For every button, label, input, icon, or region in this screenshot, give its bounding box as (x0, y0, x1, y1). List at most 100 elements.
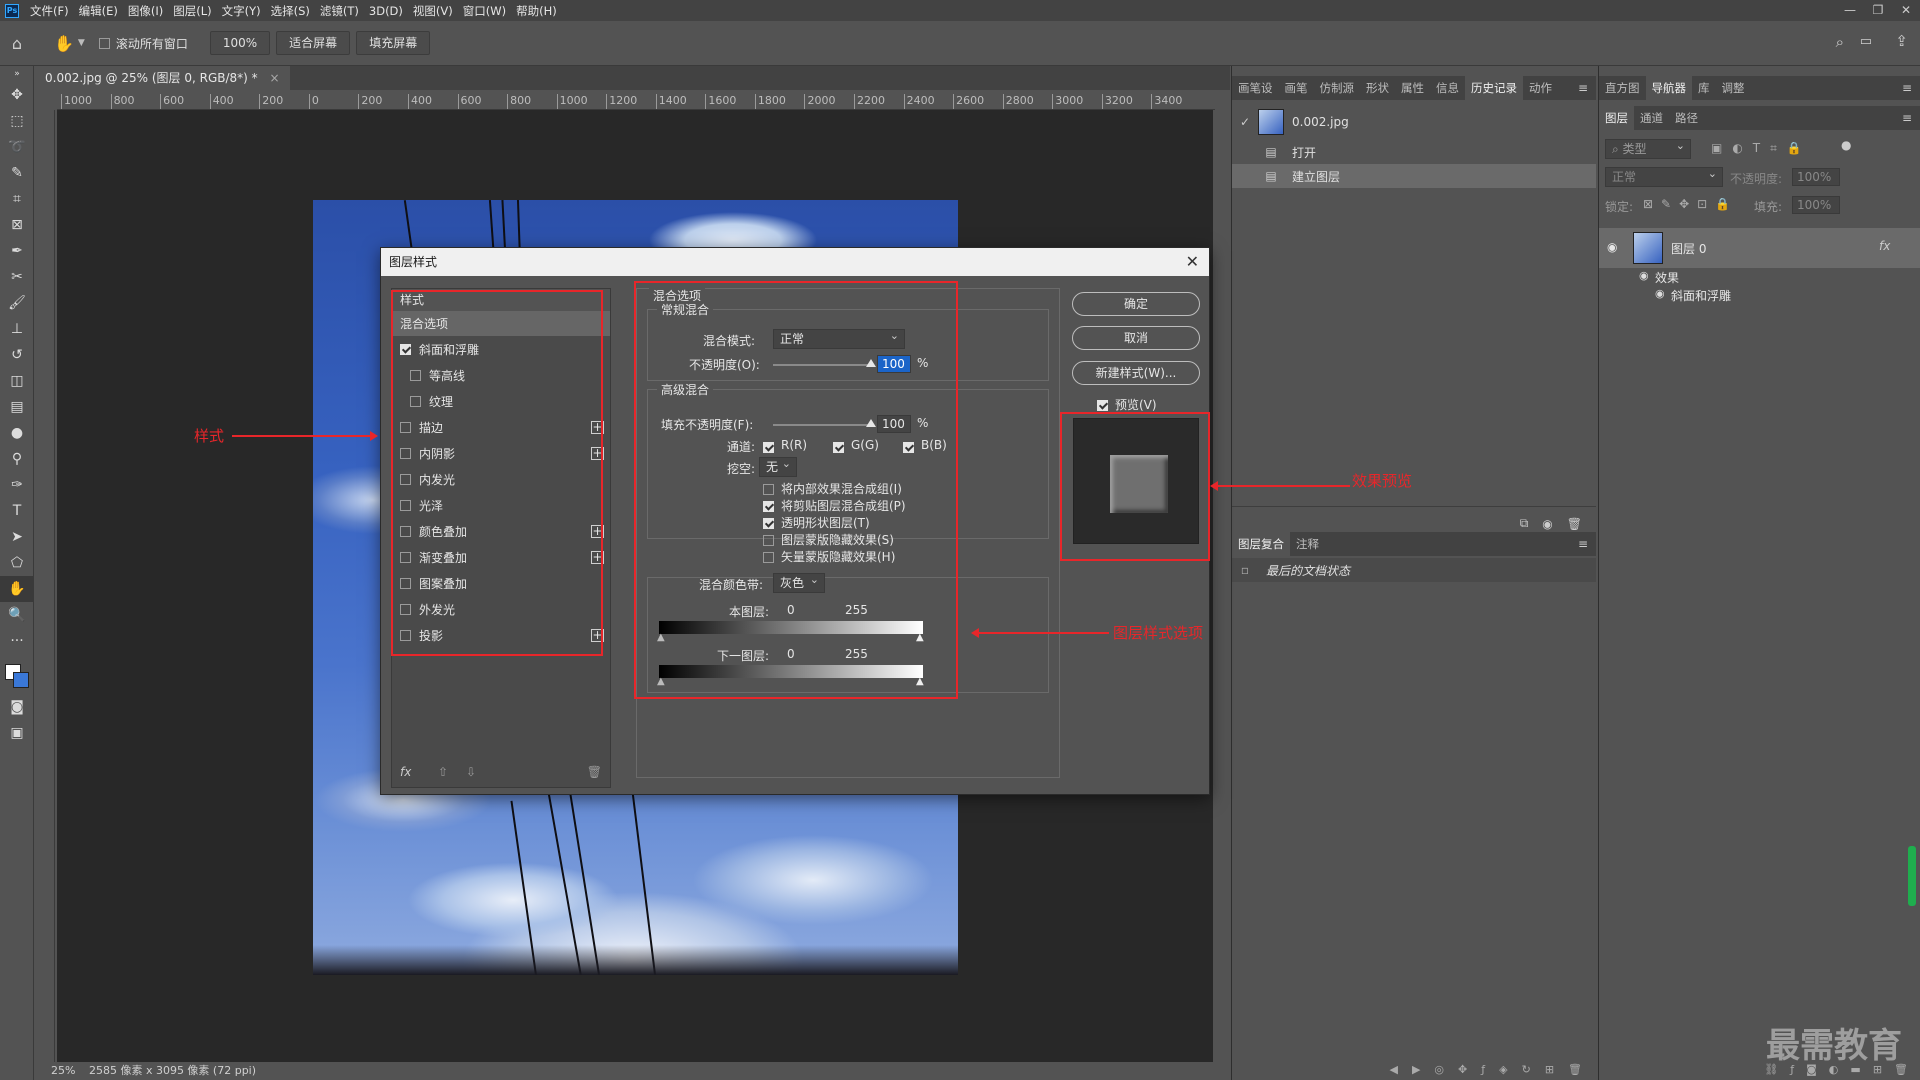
layer-opacity-input[interactable]: 100% (1792, 168, 1840, 186)
ok-button[interactable]: 确定 (1072, 292, 1200, 316)
menu-layer[interactable]: 图层(L) (168, 3, 216, 19)
zoom-100-button[interactable]: 100% (209, 31, 271, 55)
dialog-close-icon[interactable]: ✕ (1186, 248, 1199, 276)
layer-blend-mode-select[interactable]: 正常 (1605, 165, 1723, 187)
blur-tool-icon[interactable]: ● (0, 420, 34, 446)
color-swatches[interactable] (0, 654, 33, 694)
next-comp-icon[interactable]: ▶ (1412, 1063, 1420, 1076)
menu-3d[interactable]: 3D(D) (364, 4, 408, 18)
checkbox-checked-icon[interactable] (1097, 400, 1108, 411)
history-snapshot[interactable]: ✓ 0.002.jpg (1232, 104, 1596, 140)
marquee-tool-icon[interactable]: ⬚ (0, 108, 34, 134)
tab-layer-comps[interactable]: 图层复合 (1232, 532, 1290, 556)
menu-window[interactable]: 窗口(W) (458, 3, 511, 19)
tab-history[interactable]: 历史记录 (1465, 76, 1523, 100)
panel-menu-icon[interactable]: ≡ (1902, 111, 1912, 125)
menu-edit[interactable]: 编辑(E) (74, 3, 123, 19)
workspace-icon[interactable]: ▭ (1860, 34, 1872, 49)
document-tab[interactable]: 0.002.jpg @ 25% (图层 0, RGB/8*) * × (35, 66, 290, 90)
hand-tool-icon[interactable]: ✋ (54, 34, 74, 53)
quick-mask-icon[interactable]: ◙ (0, 694, 34, 720)
menu-type[interactable]: 文字(Y) (217, 3, 266, 19)
collapse-icon[interactable]: » (0, 66, 34, 82)
tab-navigator[interactable]: 导航器 (1645, 76, 1692, 100)
tab-paths[interactable]: 路径 (1669, 106, 1704, 130)
tab-notes[interactable]: 注释 (1290, 532, 1325, 556)
tab-clone-source[interactable]: 仿制源 (1314, 76, 1361, 100)
menu-filter[interactable]: 滤镜(T) (315, 3, 364, 19)
quick-select-tool-icon[interactable]: ✎ (0, 160, 34, 186)
status-zoom[interactable]: 25% (51, 1064, 75, 1077)
shape-tool-icon[interactable]: ⬠ (0, 550, 34, 576)
panel-menu-icon[interactable]: ≡ (1578, 537, 1588, 551)
position-icon[interactable]: ✥ (1458, 1063, 1467, 1076)
dialog-title-bar[interactable]: 图层样式 ✕ (381, 248, 1209, 276)
status-document-info[interactable]: 2585 像素 x 3095 像素 (72 ppi) (89, 1064, 256, 1077)
appearance-icon[interactable]: ◈ (1499, 1063, 1507, 1076)
screen-mode-icon[interactable]: ▣ (0, 720, 34, 746)
effects-row[interactable]: ◉ 效果 (1599, 268, 1920, 286)
scroll-all-windows-checkbox[interactable] (98, 36, 110, 50)
layer-row[interactable]: ◉ 图层 0 fx (1599, 228, 1920, 268)
brush-tool-icon[interactable]: 🖌 (0, 290, 34, 316)
eyedropper-tool-icon[interactable]: ✒ (0, 238, 34, 264)
trash-icon[interactable]: 🗑 (1568, 1063, 1582, 1076)
more-tools-icon[interactable]: ··· (0, 628, 34, 654)
layer-filter-icons[interactable]: ▣◐T⌗🔒 (1711, 141, 1812, 156)
zoom-tool-icon[interactable]: 🔍 (0, 602, 34, 628)
trash-icon[interactable]: 🗑 (1567, 517, 1582, 531)
restore-button[interactable]: ❐ (1864, 0, 1892, 21)
fx-badge[interactable]: fx (1879, 239, 1890, 253)
tab-libraries[interactable]: 库 (1692, 76, 1716, 100)
prev-comp-icon[interactable]: ◀ (1389, 1063, 1397, 1076)
frame-tool-icon[interactable]: ⊠ (0, 212, 34, 238)
tab-brush-settings[interactable]: 画笔设 (1232, 76, 1279, 100)
menu-file[interactable]: 文件(F) (25, 3, 74, 19)
preview-checkbox[interactable] (1097, 398, 1108, 412)
close-tab-icon[interactable]: × (269, 71, 279, 85)
visibility-icon[interactable]: ◎ (1434, 1063, 1444, 1076)
refresh-icon[interactable]: ↻ (1522, 1063, 1531, 1076)
eye-icon[interactable]: ◉ (1607, 240, 1617, 254)
panel-menu-icon[interactable]: ≡ (1578, 81, 1588, 95)
tab-adjustments[interactable]: 调整 (1716, 76, 1751, 100)
fx-icon[interactable]: fx (400, 765, 411, 779)
checkbox-icon[interactable] (98, 38, 110, 49)
trash-icon[interactable]: 🗑 (587, 765, 602, 779)
menu-select[interactable]: 选择(S) (266, 3, 315, 19)
close-window-button[interactable]: ✕ (1892, 0, 1920, 21)
history-step[interactable]: ▤ 建立图层 (1232, 164, 1596, 188)
new-style-button[interactable]: 新建样式(W)... (1072, 361, 1200, 385)
eye-icon[interactable]: ◉ (1639, 269, 1649, 282)
effect-item-row[interactable]: ◉ 斜面和浮雕 (1599, 286, 1920, 304)
move-down-icon[interactable]: ⇩ (466, 765, 476, 779)
menu-image[interactable]: 图像(I) (123, 3, 168, 19)
layer-name[interactable]: 图层 0 (1671, 240, 1706, 257)
tab-info[interactable]: 信息 (1430, 76, 1465, 100)
layer-filter-select[interactable]: ⌕ 类型 (1605, 137, 1691, 159)
menu-help[interactable]: 帮助(H) (511, 3, 562, 19)
crop-tool-icon[interactable]: ⌗ (0, 186, 34, 212)
eye-icon[interactable]: ◉ (1655, 287, 1665, 300)
layer-fill-input[interactable]: 100% (1792, 196, 1840, 214)
history-brush-tool-icon[interactable]: ↺ (0, 342, 34, 368)
lock-icons[interactable]: ⊠✎✥⊡🔒 (1643, 197, 1738, 211)
lasso-tool-icon[interactable]: ➰ (0, 134, 34, 160)
gradient-tool-icon[interactable]: ▤ (0, 394, 34, 420)
tab-brushes[interactable]: 画笔 (1279, 76, 1314, 100)
fill-screen-button[interactable]: 填充屏幕 (356, 31, 431, 55)
new-document-icon[interactable]: ⧉ (1520, 516, 1529, 531)
new-comp-icon[interactable]: ⊞ (1545, 1063, 1554, 1076)
move-tool-icon[interactable]: ✥ (0, 82, 34, 108)
tab-shapes[interactable]: 形状 (1360, 76, 1395, 100)
move-up-icon[interactable]: ⇧ (438, 765, 448, 779)
healing-tool-icon[interactable]: ✂ (0, 264, 34, 290)
minimize-button[interactable]: — (1836, 0, 1864, 21)
tab-channels[interactable]: 通道 (1634, 106, 1669, 130)
hand-tool-icon[interactable]: ✋ (0, 576, 34, 602)
dodge-tool-icon[interactable]: ⚲ (0, 446, 34, 472)
tab-histogram[interactable]: 直方图 (1599, 76, 1646, 100)
fx-comp-icon[interactable]: ƒ (1481, 1063, 1485, 1076)
stamp-tool-icon[interactable]: ⊥ (0, 316, 34, 342)
scroll-indicator[interactable] (1908, 846, 1916, 906)
